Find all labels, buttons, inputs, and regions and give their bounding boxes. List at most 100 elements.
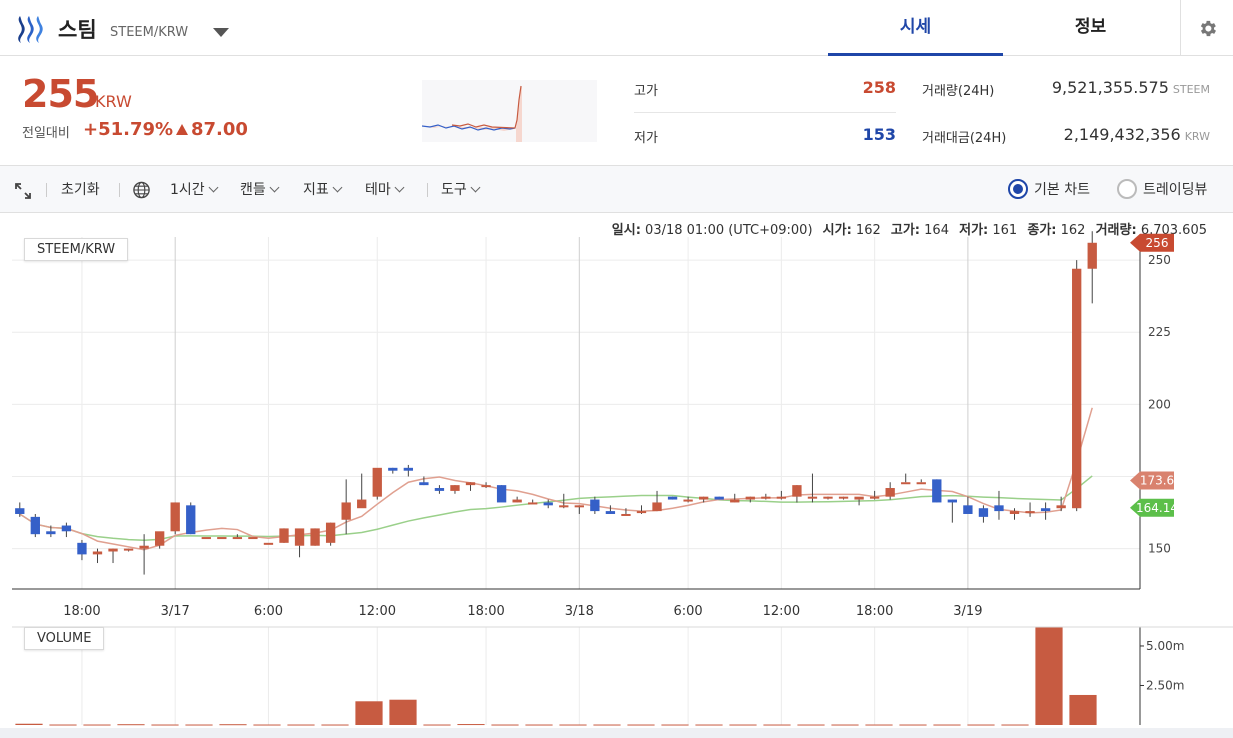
theme-dropdown[interactable]: 테마 (365, 180, 405, 200)
x-tick-label: 6:00 (674, 604, 703, 619)
candle-body (30, 516, 40, 535)
volume-bar (967, 724, 995, 726)
chevron-down-icon (470, 182, 481, 193)
basic-chart-radio[interactable] (1008, 179, 1028, 199)
interval-dropdown[interactable]: 1시간 (170, 180, 219, 200)
volume-bar (355, 701, 383, 725)
basic-chart-label[interactable]: 기본 차트 (1034, 180, 1090, 200)
candle-body (77, 542, 87, 555)
volume-bar (151, 724, 179, 726)
tab-info[interactable]: 정보 (1003, 0, 1178, 56)
tools-dropdown[interactable]: 도구 (441, 180, 481, 200)
candle-body (1040, 508, 1051, 512)
gear-icon (1200, 20, 1216, 37)
indicator-dropdown[interactable]: 지표 (303, 180, 343, 200)
tradingview-label[interactable]: 트레이딩뷰 (1143, 180, 1207, 200)
candle-body (465, 482, 476, 486)
x-tick-label: 18:00 (63, 604, 100, 619)
volume-bar (49, 724, 77, 726)
chevron-down-icon[interactable] (213, 28, 229, 37)
volume-bar (593, 724, 621, 726)
ma-slow-line (19, 475, 1093, 542)
amount-value-row: 2,149,432,356 KRW (1010, 125, 1210, 144)
candle-body (590, 499, 600, 512)
candle-body (186, 505, 196, 535)
globe-icon[interactable] (132, 180, 151, 200)
price-tags: 256 173.6 164.14 (1130, 233, 1178, 517)
volume-bar (321, 724, 349, 726)
fullscreen-icon[interactable] (14, 181, 32, 201)
y-tick-label: 225 (1148, 325, 1171, 339)
candle-body (994, 505, 1004, 512)
x-tick-label: 18:00 (856, 604, 893, 619)
price-summary: 255 KRW 전일대비 +51.79% 87.00 고가 258 저가 153… (0, 56, 1233, 166)
volume-label: 거래량(24H) (922, 84, 995, 99)
mini-price-chart (422, 80, 597, 142)
volume-bar (831, 724, 859, 726)
y-tick-label: 200 (1148, 397, 1171, 411)
candle-body (792, 485, 802, 497)
candle-body (869, 496, 880, 499)
toolbar-divider (427, 183, 428, 197)
volume-bar (559, 724, 587, 726)
volume-bar (695, 724, 723, 726)
candle-body (854, 496, 864, 500)
y-tick-label: 250 (1148, 253, 1171, 267)
x-tick-label: 3/17 (161, 604, 190, 619)
chart-area: 일시: 03/18 01:00 (UTC+09:00) 시가: 162 고가: … (0, 213, 1233, 738)
stat-divider (634, 112, 896, 113)
candle-body (636, 511, 647, 514)
tab-price[interactable]: 시세 (828, 0, 1003, 56)
candle-body (61, 525, 72, 532)
coin-pair: STEEM/KRW (110, 25, 189, 40)
last-price-tag: 256 (1146, 236, 1169, 250)
volume-bar (389, 699, 417, 725)
volume-bar (83, 724, 111, 726)
candle-body (901, 482, 911, 485)
candle-body (108, 548, 118, 552)
candle-body (652, 502, 662, 512)
candle-dropdown[interactable]: 캔들 (240, 180, 280, 200)
candle-body (217, 537, 227, 540)
settings-button[interactable] (1180, 0, 1233, 56)
chevron-down-icon (332, 182, 343, 193)
x-tick-label: 12:00 (359, 604, 396, 619)
price-chart[interactable]: 150 200 225 250 18:00 3/17 6:00 12:00 18:00 3/18 6… (0, 213, 1233, 738)
toolbar-divider (46, 183, 47, 197)
volume-bar (865, 724, 893, 726)
volume-value-row: 9,521,355.575 STEEM (1010, 78, 1210, 97)
candle-body (947, 499, 958, 503)
current-price: 255 (22, 72, 99, 116)
volume-tick-label: 2.50m (1146, 678, 1184, 692)
tradingview-radio[interactable] (1117, 179, 1137, 199)
candle-body (294, 528, 305, 546)
amount-unit: KRW (1184, 130, 1210, 143)
candle-body (885, 488, 895, 497)
ma-slow-tag: 164.14 (1136, 501, 1178, 515)
candle-body (154, 531, 165, 546)
candle-body (310, 528, 320, 546)
volume-series-label: VOLUME (24, 627, 105, 650)
candle-body (434, 488, 445, 491)
chart-toolbar: 초기화 1시간 캔들 지표 테마 도구 기본 차트 트레이딩뷰 (0, 166, 1233, 213)
change-percent: +51.79% (83, 119, 174, 140)
bottom-scrollbar[interactable] (0, 728, 1233, 738)
x-tick-label: 3/19 (953, 604, 982, 619)
candle-body (838, 496, 849, 499)
reset-button[interactable]: 초기화 (61, 180, 100, 200)
volume-bar (1069, 694, 1097, 725)
candle-body (279, 528, 289, 543)
volume-tick-label: 5.00m (1146, 639, 1184, 653)
ma-fast-line (19, 407, 1093, 551)
candle-body (714, 496, 724, 500)
candle-body (823, 496, 833, 499)
header: 스팀 STEEM/KRW 시세 정보 (0, 0, 1233, 56)
volume-bar (661, 724, 689, 726)
up-arrow-icon (176, 124, 188, 135)
volume-bar (219, 724, 247, 726)
candle-body (46, 531, 56, 535)
candle-body (1025, 511, 1035, 514)
candle-body (621, 513, 631, 516)
volume-bar (117, 724, 145, 726)
candle-body (450, 485, 460, 491)
